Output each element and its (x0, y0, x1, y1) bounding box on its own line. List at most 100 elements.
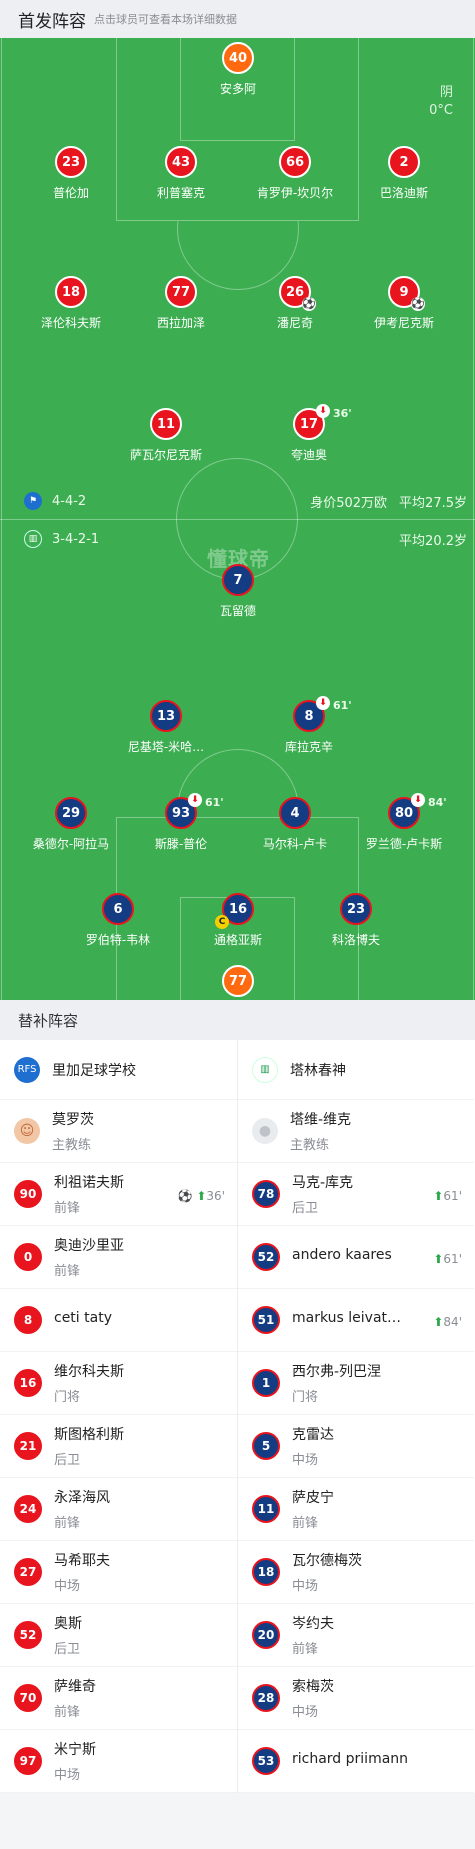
bench-player-row[interactable]: 1 西尔弗-列巴涅 门将 (238, 1352, 474, 1415)
player-number: 26 ⚽ (279, 276, 316, 311)
bench-player-row[interactable]: 11 萨皮宁 前锋 (238, 1478, 474, 1541)
player-position: 前锋 (54, 1201, 81, 1216)
bench-player-row[interactable]: 0 奥迪沙里亚 前锋 (0, 1226, 237, 1289)
player-number-text: 9 (399, 284, 409, 300)
home-player-11[interactable]: 11 萨瓦尔尼克斯 (96, 408, 236, 463)
player-number: 7 (222, 564, 254, 596)
home-player-9[interactable]: 9 ⚽ 伊考尼克斯 (334, 276, 474, 331)
home-player-2[interactable]: 2 巴洛迪斯 (334, 146, 474, 201)
bench-player-row[interactable]: 70 萨维奇 前锋 (0, 1667, 237, 1730)
away-player-77[interactable]: 77 拉帕 (168, 965, 308, 1000)
sub-minute: 36' (333, 407, 352, 420)
player-number-text: 16 (228, 901, 248, 917)
bench-player-row[interactable]: 28 索梅茨 中场 (238, 1667, 474, 1730)
away-player-7[interactable]: 7 瓦留德 (168, 564, 308, 619)
player-name: 巴洛迪斯 (379, 186, 428, 200)
away-formation: 3-4-2-1 (52, 531, 100, 547)
away-player-23[interactable]: 23 科洛博夫 (286, 893, 426, 948)
home-team-row[interactable]: RFS 里加足球学校 (0, 1040, 237, 1100)
player-number: 2 (388, 146, 420, 178)
home-team-info: ⚑ 4-4-2 身价502万欧 平均27.5岁 (24, 491, 467, 511)
bench-player-row[interactable]: 52 奥斯 后卫 (0, 1604, 237, 1667)
away-player-13[interactable]: 13 尼基塔-米哈… (96, 700, 236, 755)
bench-player-row[interactable]: 24 永泽海风 前锋 (0, 1478, 237, 1541)
player-number: 66 (279, 146, 311, 178)
player-number: 29 (55, 797, 87, 829)
home-player-40[interactable]: 40 安多阿 (168, 42, 308, 97)
away-coach-row[interactable]: ● 塔维-维克 主教练 (238, 1100, 474, 1163)
player-position: 后卫 (292, 1201, 319, 1216)
away-team-row[interactable]: ▥ 塔林春神 (238, 1040, 474, 1100)
bench-player-row[interactable]: 53 richard priimann (238, 1730, 474, 1793)
player-position: 前锋 (54, 1516, 81, 1531)
player-number-text: 80 (394, 805, 414, 821)
player-number: 28 (252, 1684, 280, 1712)
bench-player-row[interactable]: 8 ceti taty (0, 1289, 237, 1352)
player-name: 岑约夫 (292, 1616, 334, 1632)
arrow-up-icon: ⬆ (433, 1252, 444, 1266)
player-name: markus leivat… (292, 1309, 402, 1326)
bench-player-row[interactable]: 97 米宁斯 中场 (0, 1730, 237, 1793)
player-number: 23 (55, 146, 87, 178)
rfs-team-icon: RFS (14, 1056, 40, 1083)
bench-player-row[interactable]: 51 markus leivat… ⬆84' (238, 1289, 474, 1352)
away-avg-age: 平均20.2岁 (399, 533, 467, 549)
bench-section-title: 替补阵容 (0, 1000, 475, 1040)
player-number: 4 (279, 797, 311, 829)
player-number: 77 (165, 276, 197, 308)
home-player-17[interactable]: 17 ⬇ 36' 夸迪奥 (239, 404, 379, 463)
player-number: 13 (150, 700, 182, 732)
player-number-text: 8 (304, 708, 314, 724)
player-number: 18 (252, 1558, 280, 1586)
sub-minute: 61' (333, 699, 352, 712)
player-position: 前锋 (292, 1642, 319, 1657)
player-position: 前锋 (54, 1264, 81, 1279)
bench-player-row[interactable]: 21 斯图格利斯 后卫 (0, 1415, 237, 1478)
player-number: 18 (55, 276, 87, 308)
bench-lists: RFS 里加足球学校 ☺ 莫罗茨 主教练 90 利祖诺夫斯 前锋 ⚽ ⬆36' 0… (0, 1040, 475, 1793)
bench-player-row[interactable]: 78 马克-库克 后卫 ⬆61' (238, 1163, 474, 1226)
player-number: 8 ⬇ 61' (293, 696, 352, 732)
player-name: 安多阿 (219, 82, 256, 96)
bench-player-row[interactable]: 90 利祖诺夫斯 前锋 ⚽ ⬆36' (0, 1163, 237, 1226)
home-value: 身价502万欧 (310, 495, 388, 511)
player-name: 斯图格利斯 (54, 1427, 124, 1443)
player-event: ⬆84' (433, 1315, 462, 1329)
player-event: ⚽ ⬆36' (178, 1189, 225, 1203)
player-position: 中场 (292, 1579, 319, 1594)
player-number: 21 (14, 1432, 42, 1460)
player-name: 瓦留德 (219, 604, 256, 618)
player-name: 伊考尼克斯 (373, 316, 434, 330)
player-event: ⬆61' (433, 1252, 462, 1266)
flora-team-icon: ▥ (24, 530, 42, 548)
bench-player-row[interactable]: 52 andero kaares ⬆61' (238, 1226, 474, 1289)
away-bench: ▥ 塔林春神 ● 塔维-维克 主教练 78 马克-库克 后卫 ⬆61' 52 an… (237, 1040, 474, 1793)
away-player-80[interactable]: 80 ⬇ 84' 罗兰德-卢卡斯 (334, 793, 474, 852)
ball-icon: ⚽ (411, 297, 425, 311)
player-number: 90 (14, 1180, 42, 1208)
player-number: 17 ⬇ 36' (293, 404, 352, 440)
player-name: 萨维奇 (54, 1679, 96, 1695)
player-name: richard priimann (292, 1750, 409, 1767)
bench-player-row[interactable]: 18 瓦尔德梅茨中场 (238, 1541, 474, 1604)
home-coach-row[interactable]: ☺ 莫罗茨 主教练 (0, 1100, 237, 1163)
away-player-8[interactable]: 8 ⬇ 61' 库拉克辛 (239, 696, 379, 755)
player-name: 库拉克辛 (284, 740, 333, 754)
player-name: 科洛博夫 (331, 933, 380, 947)
player-name: 瓦尔德梅茨 (292, 1553, 362, 1569)
weather-info: 阴 0°C (429, 84, 453, 120)
bench-player-row[interactable]: 5 克雷达 中场 (238, 1415, 474, 1478)
sub-out-icon: ⬇ (188, 793, 202, 807)
bench-player-row[interactable]: 16 维尔科夫斯 门将 (0, 1352, 237, 1415)
bench-player-row[interactable]: 27 马希耶夫 中场 (0, 1541, 237, 1604)
coach-avatar: ☺ (14, 1118, 40, 1144)
player-event: ⬆61' (433, 1189, 462, 1203)
player-number: 23 (340, 893, 372, 925)
player-position: 门将 (54, 1390, 81, 1405)
player-number: 52 (14, 1621, 42, 1649)
player-position: 中场 (292, 1705, 319, 1720)
player-name: 奥迪沙里亚 (54, 1238, 124, 1254)
away-player-6[interactable]: 6 罗伯特-韦林 (48, 893, 188, 948)
bench-player-row[interactable]: 20 岑约夫 前锋 (238, 1604, 474, 1667)
coach-avatar-placeholder: ● (252, 1118, 278, 1144)
